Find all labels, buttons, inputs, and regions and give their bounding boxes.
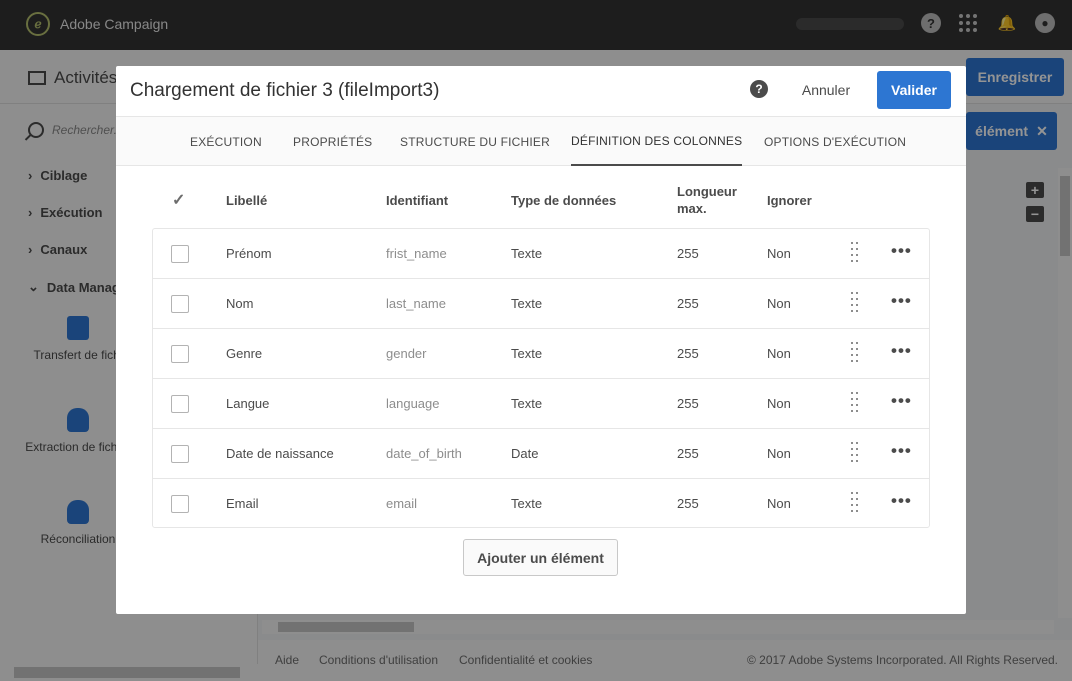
- cell-max-length: 255: [677, 346, 699, 361]
- cell-data-type: Texte: [511, 296, 543, 311]
- cell-ignore: Non: [767, 446, 791, 461]
- cell-identifier: gender: [386, 346, 427, 361]
- cell-data-type: Texte: [511, 396, 543, 411]
- cell-ignore: Non: [767, 496, 791, 511]
- cell-ignore: Non: [767, 346, 791, 361]
- cell-label: Date de naissance: [226, 446, 334, 461]
- cell-max-length: 255: [677, 446, 699, 461]
- validate-button[interactable]: Valider: [877, 71, 951, 109]
- select-all-checkmark-icon[interactable]: ✓: [172, 190, 185, 210]
- row-checkbox[interactable]: [171, 495, 189, 513]
- columns-table: Prénom frist_name Texte 255 Non ••• Nom last_na…: [152, 228, 930, 528]
- more-options-icon[interactable]: •••: [891, 241, 912, 261]
- tab-properties[interactable]: PROPRIÉTÉS: [293, 117, 372, 166]
- table-row[interactable]: Date de naissance date_of_birth Date 255 Non…: [153, 429, 929, 479]
- drag-handle-icon[interactable]: [851, 242, 861, 264]
- column-header-data-type: Type de données: [511, 193, 617, 208]
- more-options-icon[interactable]: •••: [891, 291, 912, 311]
- cell-data-type: Texte: [511, 346, 543, 361]
- column-header-max-length: Longueur max.: [677, 184, 737, 216]
- drag-handle-icon[interactable]: [851, 292, 861, 314]
- more-options-icon[interactable]: •••: [891, 341, 912, 361]
- table-row[interactable]: Genre gender Texte 255 Non •••: [153, 329, 929, 379]
- cancel-button[interactable]: Annuler: [788, 76, 864, 104]
- tab-execution-options[interactable]: OPTIONS D'EXÉCUTION: [764, 117, 906, 166]
- table-row[interactable]: Langue language Texte 255 Non •••: [153, 379, 929, 429]
- drag-handle-icon[interactable]: [851, 392, 861, 414]
- tab-execution[interactable]: EXÉCUTION: [190, 117, 262, 166]
- cell-label: Prénom: [226, 246, 272, 261]
- table-row[interactable]: Nom last_name Texte 255 Non •••: [153, 279, 929, 329]
- cell-identifier: email: [386, 496, 418, 511]
- tab-file-structure[interactable]: STRUCTURE DU FICHIER: [400, 117, 550, 166]
- help-icon[interactable]: ?: [750, 80, 768, 98]
- column-header-ignore: Ignorer: [767, 193, 812, 208]
- cell-max-length: 255: [677, 396, 699, 411]
- table-row[interactable]: Prénom frist_name Texte 255 Non •••: [153, 229, 929, 279]
- cell-data-type: Texte: [511, 496, 543, 511]
- drag-handle-icon[interactable]: [851, 442, 861, 464]
- more-options-icon[interactable]: •••: [891, 491, 912, 511]
- row-checkbox[interactable]: [171, 445, 189, 463]
- cell-identifier: language: [386, 396, 440, 411]
- row-checkbox[interactable]: [171, 295, 189, 313]
- dialog-title: Chargement de fichier 3 (fileImport3): [130, 80, 440, 101]
- column-header-identifier: Identifiant: [386, 193, 449, 208]
- drag-handle-icon[interactable]: [851, 492, 861, 514]
- tab-column-definition[interactable]: DÉFINITION DES COLONNES: [571, 117, 743, 166]
- cell-label: Nom: [226, 296, 254, 311]
- more-options-icon[interactable]: •••: [891, 391, 912, 411]
- cell-label: Langue: [226, 396, 270, 411]
- cell-data-type: Texte: [511, 246, 543, 261]
- table-row[interactable]: Email email Texte 255 Non •••: [153, 479, 929, 529]
- file-import-dialog: Chargement de fichier 3 (fileImport3) ? …: [116, 66, 966, 614]
- drag-handle-icon[interactable]: [851, 342, 861, 364]
- cell-max-length: 255: [677, 296, 699, 311]
- row-checkbox[interactable]: [171, 245, 189, 263]
- row-checkbox[interactable]: [171, 395, 189, 413]
- dialog-header: Chargement de fichier 3 (fileImport3) ? …: [116, 66, 966, 116]
- cell-max-length: 255: [677, 496, 699, 511]
- cell-max-length: 255: [677, 246, 699, 261]
- cell-ignore: Non: [767, 296, 791, 311]
- cell-ignore: Non: [767, 246, 791, 261]
- cell-data-type: Date: [511, 446, 539, 461]
- cell-label: Genre: [226, 346, 263, 361]
- cell-identifier: date_of_birth: [386, 446, 462, 461]
- cell-identifier: frist_name: [386, 246, 447, 261]
- row-checkbox[interactable]: [171, 345, 189, 363]
- cell-ignore: Non: [767, 396, 791, 411]
- more-options-icon[interactable]: •••: [891, 441, 912, 461]
- cell-identifier: last_name: [386, 296, 446, 311]
- dialog-tabs: EXÉCUTION PROPRIÉTÉS STRUCTURE DU FICHIE…: [116, 116, 966, 166]
- column-header-label: Libellé: [226, 193, 268, 208]
- add-element-button[interactable]: Ajouter un élément: [463, 539, 618, 576]
- cell-label: Email: [226, 496, 259, 511]
